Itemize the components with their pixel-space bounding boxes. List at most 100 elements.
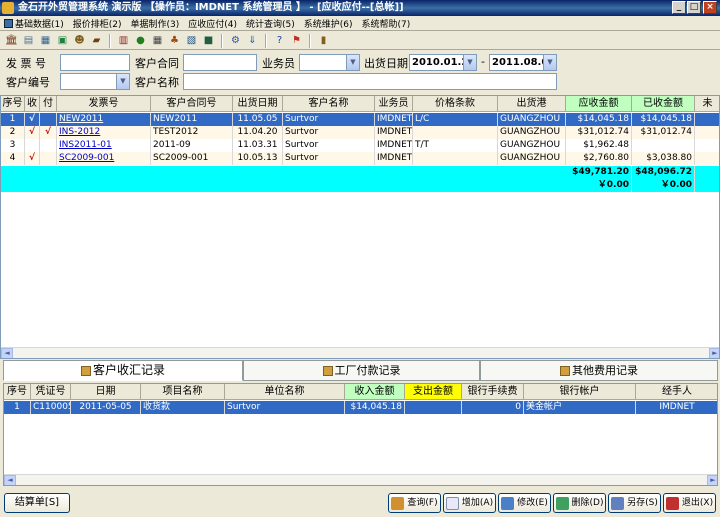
minimize-button[interactable]: _ bbox=[672, 1, 686, 14]
menu-bar: 基础数据(1) 报价排柜(2) 单据制作(3) 应收应付(4) 统计查询(5) … bbox=[0, 16, 720, 31]
date-from-select[interactable]: 2010.01.26 ▼ bbox=[409, 54, 477, 71]
query-button[interactable]: 查询(F) bbox=[388, 493, 441, 513]
help-icon[interactable]: ? bbox=[272, 33, 287, 48]
ship-date-label: 出货日期 bbox=[364, 57, 408, 70]
users-icon[interactable]: ☻ bbox=[72, 33, 87, 48]
settings-icon[interactable]: ⚙ bbox=[228, 33, 243, 48]
close-button[interactable]: × bbox=[703, 1, 717, 14]
book-icon[interactable]: ■ bbox=[201, 33, 216, 48]
toolbar-separator bbox=[109, 33, 111, 48]
menu-quote[interactable]: 报价排柜(2) bbox=[73, 17, 122, 30]
chevron-down-icon[interactable]: ▼ bbox=[116, 74, 129, 89]
truck-icon[interactable]: ▰ bbox=[89, 33, 104, 48]
menu-statistics[interactable]: 统计查询(5) bbox=[246, 17, 295, 30]
edit-button[interactable]: 修改(E) bbox=[498, 493, 551, 513]
receipt-grid[interactable]: 序号 凭证号 日期 项目名称 单位名称 收入金额 支出金额 银行手续费 银行帐户… bbox=[3, 383, 718, 486]
col-header-item[interactable]: 项目名称 bbox=[141, 384, 225, 400]
invoice-link[interactable]: NEW2011 bbox=[59, 114, 103, 124]
chevron-down-icon[interactable]: ▼ bbox=[346, 55, 359, 70]
col-header-handler[interactable]: 经手人 bbox=[636, 384, 717, 400]
exit-button[interactable]: 退出(X) bbox=[663, 493, 716, 513]
app-icon bbox=[2, 2, 14, 14]
col-header-received-flag[interactable]: 收 bbox=[25, 96, 40, 112]
scroll-right-icon[interactable]: ► bbox=[709, 348, 719, 358]
scroll-left-icon[interactable]: ◄ bbox=[1, 348, 13, 358]
col-header-salesman[interactable]: 业务员 bbox=[375, 96, 413, 112]
scroll-right-icon[interactable]: ► bbox=[707, 475, 717, 485]
calculator-icon[interactable]: ▦ bbox=[150, 33, 165, 48]
tab-other-expenses[interactable]: 其他费用记录 bbox=[480, 360, 718, 381]
invoice-link[interactable]: INS2011-01 bbox=[59, 140, 112, 150]
chevron-down-icon[interactable]: ▼ bbox=[543, 55, 556, 70]
col-header-outstanding[interactable]: 未 bbox=[695, 96, 719, 112]
salesman-label: 业务员 bbox=[262, 57, 295, 70]
col-header-bank-fee[interactable]: 银行手续费 bbox=[462, 384, 524, 400]
col-header-customer[interactable]: 客户名称 bbox=[283, 96, 375, 112]
customer-name-input[interactable] bbox=[183, 73, 557, 90]
receivable-grid[interactable]: 序号 收 付 发票号 客户合同号 出货日期 客户名称 业务员 价格条款 出货港 … bbox=[0, 95, 720, 359]
invoice-link[interactable]: SC2009-001 bbox=[59, 153, 114, 163]
toolbar-separator bbox=[221, 33, 223, 48]
table-row[interactable]: 3 INS2011-01 2011-09 11.03.31 Surtvor IM… bbox=[1, 139, 719, 152]
menu-basic-data[interactable]: 基础数据(1) bbox=[4, 17, 64, 30]
col-header-voucher[interactable]: 凭证号 bbox=[31, 384, 71, 400]
tab-factory-payments[interactable]: 工厂付款记录 bbox=[243, 360, 480, 381]
settlement-button[interactable]: 结算单[S] bbox=[4, 493, 70, 513]
maximize-button[interactable]: □ bbox=[687, 1, 701, 14]
table-row[interactable]: 1 C110005 2011-05-05 收货款 Surtvor $14,045… bbox=[4, 401, 717, 414]
chevron-down-icon[interactable]: ▼ bbox=[463, 55, 476, 70]
download-icon[interactable]: ⇓ bbox=[245, 33, 260, 48]
col-header-received[interactable]: 已收金额 bbox=[632, 96, 695, 112]
form-icon[interactable]: ▦ bbox=[38, 33, 53, 48]
main-hscroll[interactable]: ◄ ► bbox=[1, 347, 719, 358]
col-header-unit[interactable]: 单位名称 bbox=[225, 384, 345, 400]
menu-help[interactable]: 系统帮助(7) bbox=[362, 17, 411, 30]
menu-receivable[interactable]: 应收应付(4) bbox=[188, 17, 237, 30]
save-as-button[interactable]: 另存(S) bbox=[608, 493, 661, 513]
invoice-input[interactable] bbox=[60, 54, 130, 71]
col-header-bank-account[interactable]: 银行帐户 bbox=[524, 384, 636, 400]
scroll-left-icon[interactable]: ◄ bbox=[4, 475, 16, 485]
customer-no-select[interactable]: ▼ bbox=[60, 73, 130, 90]
database-icon[interactable]: ▤ bbox=[21, 33, 36, 48]
invoice-link[interactable]: INS-2012 bbox=[59, 127, 100, 137]
col-header-invoice[interactable]: 发票号 bbox=[57, 96, 151, 112]
date-to-select[interactable]: 2011.08.09 ▼ bbox=[489, 54, 557, 71]
chart-icon[interactable]: ▧ bbox=[184, 33, 199, 48]
report-icon[interactable]: ▥ bbox=[116, 33, 131, 48]
contract-input[interactable] bbox=[183, 54, 257, 71]
exit-door-icon[interactable]: ▮ bbox=[316, 33, 331, 48]
col-header-expense[interactable]: 支出金额 bbox=[405, 384, 462, 400]
col-header-price-terms[interactable]: 价格条款 bbox=[413, 96, 498, 112]
exit-icon bbox=[665, 496, 679, 510]
stamp-icon[interactable]: ♣ bbox=[167, 33, 182, 48]
col-header-ship-date[interactable]: 出货日期 bbox=[233, 96, 283, 112]
tab-customer-receipts[interactable]: 客户收汇记录 bbox=[3, 360, 243, 381]
table-row[interactable]: 4 √ SC2009-001 SC2009-001 10.05.13 Surtv… bbox=[1, 152, 719, 165]
salesman-select[interactable]: ▼ bbox=[299, 54, 360, 71]
window-titlebar: 金石开外贸管理系统 演示版 【操作员：IMDNET 系统管理员 】 - [应收应… bbox=[0, 0, 720, 16]
save-icon bbox=[611, 496, 625, 510]
image-icon[interactable]: ▣ bbox=[55, 33, 70, 48]
invoice-label: 发 票 号 bbox=[6, 57, 46, 70]
col-header-port[interactable]: 出货港 bbox=[498, 96, 566, 112]
col-header-date[interactable]: 日期 bbox=[71, 384, 141, 400]
contract-label: 客户合同 bbox=[135, 57, 179, 70]
col-header-no[interactable]: 序号 bbox=[1, 96, 25, 112]
table-row[interactable]: 2 √ √ INS-2012 TEST2012 11.04.20 Surtvor… bbox=[1, 126, 719, 139]
delete-button[interactable]: 删除(D) bbox=[553, 493, 606, 513]
col-header-paid-flag[interactable]: 付 bbox=[40, 96, 57, 112]
money-bag-icon[interactable]: ● bbox=[133, 33, 148, 48]
col-header-income[interactable]: 收入金额 bbox=[345, 384, 405, 400]
menu-doc-icon bbox=[4, 18, 13, 28]
col-header-receivable[interactable]: 应收金额 bbox=[566, 96, 632, 112]
menu-documents[interactable]: 单据制作(3) bbox=[131, 17, 180, 30]
menu-maintenance[interactable]: 系统维护(6) bbox=[304, 17, 353, 30]
flag-icon[interactable]: ⚑ bbox=[289, 33, 304, 48]
add-button[interactable]: 增加(A) bbox=[443, 493, 496, 513]
detail-hscroll[interactable]: ◄ ► bbox=[4, 474, 717, 485]
col-header-contract[interactable]: 客户合同号 bbox=[151, 96, 233, 112]
bank-icon[interactable]: 🏛 bbox=[4, 33, 19, 48]
col-header-no[interactable]: 序号 bbox=[4, 384, 31, 400]
table-row[interactable]: 1 √ NEW2011 NEW2011 11.05.05 Surtvor IMD… bbox=[1, 113, 719, 126]
